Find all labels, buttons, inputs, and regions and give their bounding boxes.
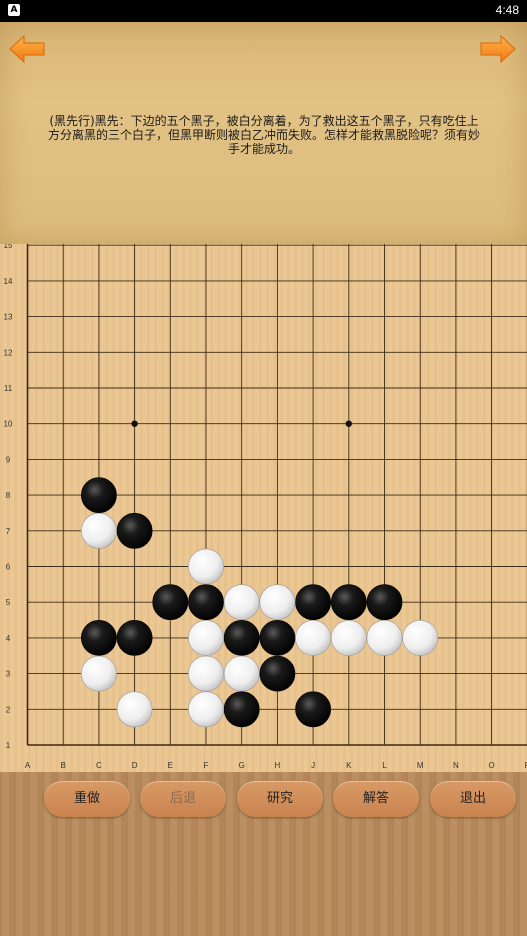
row-label: 10 (4, 420, 13, 429)
exit-button[interactable]: 退出 (430, 781, 516, 817)
black-stone (116, 512, 153, 549)
column-label: E (168, 761, 173, 770)
star-point (131, 420, 138, 427)
black-stone (295, 584, 332, 621)
column-label: H (275, 761, 281, 770)
white-stone (223, 655, 260, 692)
app-notification-icon: A (8, 4, 20, 16)
column-label: K (346, 761, 352, 770)
black-stone (259, 655, 296, 692)
row-label: 9 (6, 455, 11, 464)
black-stone (152, 584, 189, 621)
white-stone (81, 655, 117, 692)
row-label: 12 (4, 348, 13, 357)
column-label: B (61, 761, 66, 770)
white-stone (223, 584, 260, 621)
black-stone (223, 691, 260, 728)
black-stone (366, 584, 403, 621)
row-label: 8 (6, 491, 11, 500)
go-board[interactable]: 123456789101112131415ABCDEFGHJKLMNOP (0, 244, 527, 772)
column-label: J (311, 761, 315, 770)
bottom-toolbar: 重做 后退 研究 解答 退出 (0, 772, 527, 936)
row-label: 2 (6, 705, 11, 714)
black-stone (81, 619, 117, 656)
redo-button[interactable]: 重做 (44, 781, 130, 817)
black-stone (295, 691, 332, 728)
research-button[interactable]: 研究 (237, 781, 323, 817)
arrow-left-icon[interactable] (8, 34, 46, 64)
status-bar: A 4:48 (0, 0, 527, 22)
black-stone (81, 477, 117, 514)
white-stone (116, 691, 153, 728)
white-stone (366, 619, 403, 656)
white-stone (295, 619, 332, 656)
row-label: 11 (4, 384, 13, 393)
black-stone (223, 619, 260, 656)
column-label: A (25, 761, 31, 770)
column-label: O (488, 761, 494, 770)
arrow-right-icon[interactable] (479, 34, 517, 64)
row-label: 6 (6, 563, 11, 572)
column-label: M (417, 761, 424, 770)
status-time: 4:48 (495, 3, 519, 17)
column-label: L (382, 761, 387, 770)
white-stone (402, 619, 439, 656)
column-label: N (453, 761, 459, 770)
black-stone (188, 584, 224, 621)
white-stone (330, 619, 367, 656)
go-board-grid[interactable]: 123456789101112131415ABCDEFGHJKLMNOP (0, 244, 527, 772)
answer-button[interactable]: 解答 (333, 781, 419, 817)
column-label: D (132, 761, 138, 770)
problem-panel: (黑先行)黑先：下边的五个黑子，被白分离着，为了救出这五个黑子，只有吃住上方分离… (0, 22, 527, 244)
row-label: 13 (4, 313, 13, 322)
black-stone (330, 584, 367, 621)
column-label: G (239, 761, 245, 770)
column-label: C (96, 761, 102, 770)
white-stone (81, 512, 117, 549)
black-stone (259, 619, 296, 656)
back-button[interactable]: 后退 (140, 781, 226, 817)
white-stone (188, 691, 224, 728)
white-stone (188, 655, 224, 692)
row-label: 4 (6, 634, 11, 643)
row-label: 14 (4, 277, 13, 286)
problem-description: (黑先行)黑先：下边的五个黑子，被白分离着，为了救出这五个黑子，只有吃住上方分离… (47, 114, 480, 156)
row-label: 1 (6, 741, 11, 750)
white-stone (188, 619, 224, 656)
row-label: 7 (6, 527, 11, 536)
white-stone (188, 548, 224, 585)
row-label: 3 (6, 670, 11, 679)
black-stone (116, 619, 153, 656)
column-label: F (204, 761, 209, 770)
white-stone (259, 584, 296, 621)
row-label: 5 (6, 598, 11, 607)
row-label: 15 (4, 244, 13, 250)
star-point (345, 420, 352, 427)
